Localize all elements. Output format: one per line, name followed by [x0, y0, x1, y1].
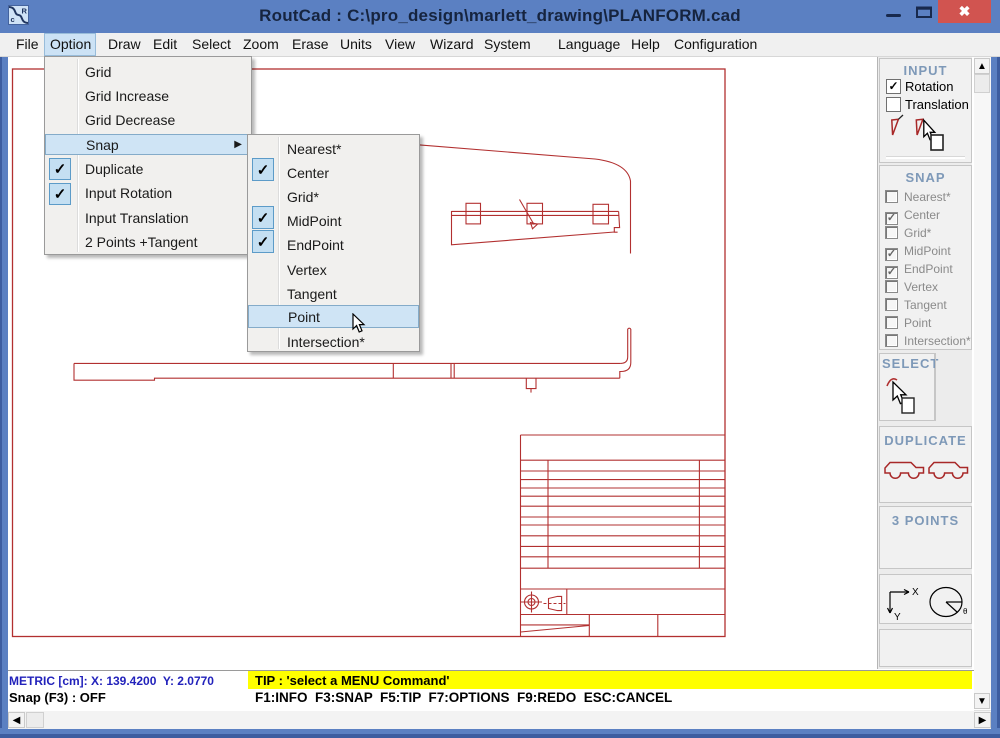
svg-text:X: X [912, 587, 919, 598]
svg-text:θ: θ [963, 607, 968, 616]
svg-text:Y: Y [894, 612, 901, 621]
